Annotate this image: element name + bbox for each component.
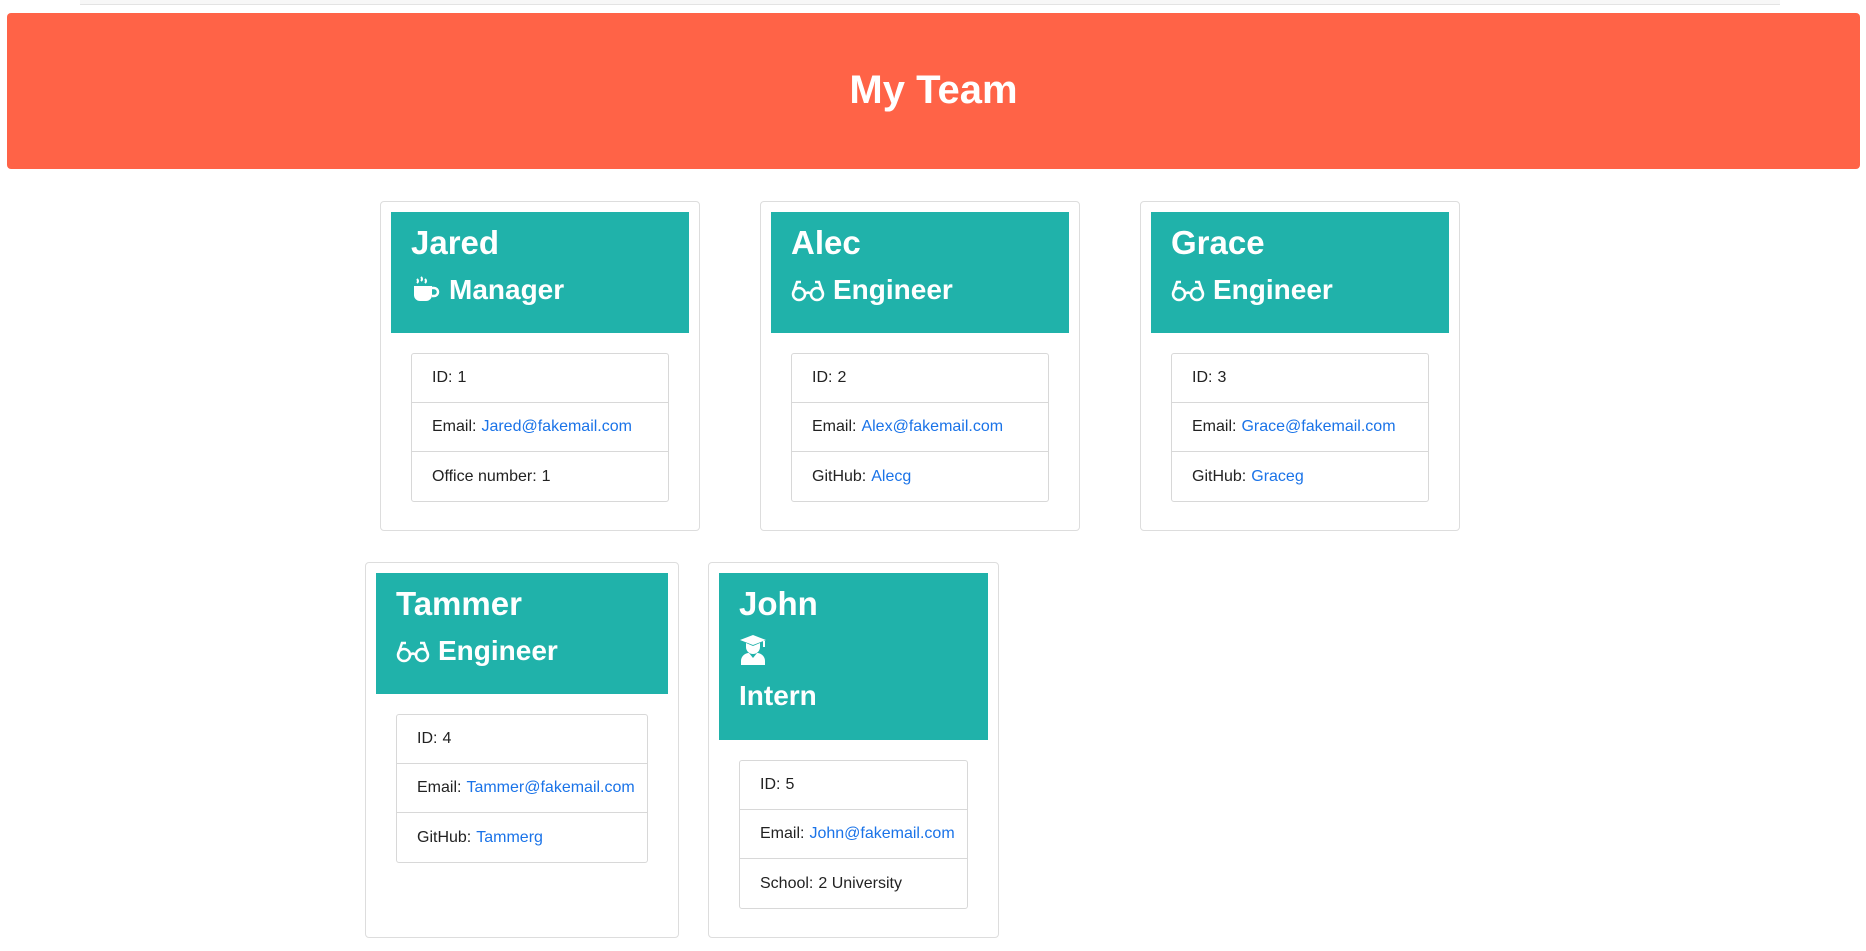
card-header: Grace Engineer [1151, 212, 1449, 333]
email-row: Email: Alex@fakemail.com [792, 403, 1048, 452]
github-row: GitHub: Alecg [812, 467, 912, 486]
card-header: Alec Engineer [771, 212, 1069, 333]
github-link[interactable]: Tammerg [476, 829, 543, 847]
glasses-icon [791, 277, 825, 303]
email-link[interactable]: John@fakemail.com [809, 825, 954, 843]
role-label: Intern [739, 680, 817, 711]
role-label: Engineer [1213, 274, 1333, 305]
email-link[interactable]: Alex@fakemail.com [861, 418, 1003, 436]
role-label: Engineer [438, 635, 558, 666]
coffee-icon [411, 275, 441, 305]
school-row: School: 2 University [760, 874, 902, 892]
employee-role: Engineer [1171, 266, 1429, 314]
employee-card-alec: Alec Engineer ID: 2 Email: Alex@fakemail.c… [760, 201, 1080, 531]
email-link[interactable]: Jared@fakemail.com [481, 418, 632, 436]
id-value: 3 [1217, 369, 1227, 386]
id-row: ID: 4 [397, 715, 647, 764]
employee-role: Engineer [396, 627, 648, 675]
employee-name: Jared [411, 224, 500, 261]
employee-card-tammer: Tammer Engineer ID: 4 Email: Tammer@fakema… [365, 562, 679, 938]
employee-role: Engineer [791, 266, 1049, 314]
browser-edge [80, 0, 1780, 5]
email-row: Email: Grace@fakemail.com [1172, 403, 1428, 452]
id-value: 5 [785, 776, 795, 793]
email-row: Email: John@fakemail.com [740, 810, 967, 859]
employee-role: Intern [739, 627, 968, 719]
employee-name: Tammer [396, 585, 522, 622]
page-title: My Team [849, 67, 1018, 112]
id-row: ID: 5 [740, 761, 967, 810]
email-link[interactable]: Grace@fakemail.com [1241, 418, 1395, 436]
info-list: ID: 5 Email: John@fakemail.com School: 2 Un… [739, 760, 968, 909]
card-header: Jared Manager [391, 212, 689, 333]
id-value: 2 [837, 369, 847, 386]
info-list: ID: 1 Email: Jared@fakemail.com Office num… [411, 353, 669, 502]
id-row: ID: 2 [792, 354, 1048, 403]
info-list: ID: 2 Email: Alex@fakemail.com GitHub: Alec… [791, 353, 1049, 502]
employee-name: Alec [791, 224, 861, 261]
card-header: John Intern [719, 573, 988, 740]
employee-card-jared: Jared Manager ID: 1 Email: Jared@fakemail.… [380, 201, 700, 531]
id-value: 1 [457, 369, 467, 386]
card-header: Tammer Engineer [376, 573, 668, 694]
id-row: ID: 1 [412, 354, 668, 403]
employee-card-grace: Grace Engineer ID: 3 Email: Grace@fakemail… [1140, 201, 1460, 531]
graduate-icon [739, 627, 968, 673]
office-number-value: 1 [541, 467, 551, 485]
role-label: Engineer [833, 274, 953, 305]
page-banner: My Team [7, 13, 1860, 169]
employee-name: John [739, 585, 818, 622]
glasses-icon [396, 638, 430, 664]
employee-name: Grace [1171, 224, 1265, 261]
role-label: Manager [449, 274, 565, 305]
id-value: 4 [442, 730, 452, 747]
glasses-icon [1171, 277, 1205, 303]
info-list: ID: 3 Email: Grace@fakemail.com GitHub: Gra… [1171, 353, 1429, 502]
info-list: ID: 4 Email: Tammer@fakemail.com GitHub: Ta… [396, 714, 648, 863]
github-link[interactable]: Alecg [871, 468, 911, 486]
github-row: GitHub: Graceg [1192, 467, 1304, 486]
office-number-row: Office number: 1 [432, 467, 551, 485]
id-row: ID: 3 [1172, 354, 1428, 403]
employee-role: Manager [411, 266, 669, 314]
email-row: Email: Jared@fakemail.com [412, 403, 668, 452]
github-row: GitHub: Tammerg [417, 828, 543, 847]
employee-card-john: John Intern ID: 5 Email: John@fakemail.com… [708, 562, 999, 938]
github-link[interactable]: Graceg [1251, 468, 1303, 486]
school-value: 2 University [818, 874, 902, 892]
email-link[interactable]: Tammer@fakemail.com [466, 779, 634, 797]
email-row: Email: Tammer@fakemail.com [397, 764, 647, 813]
